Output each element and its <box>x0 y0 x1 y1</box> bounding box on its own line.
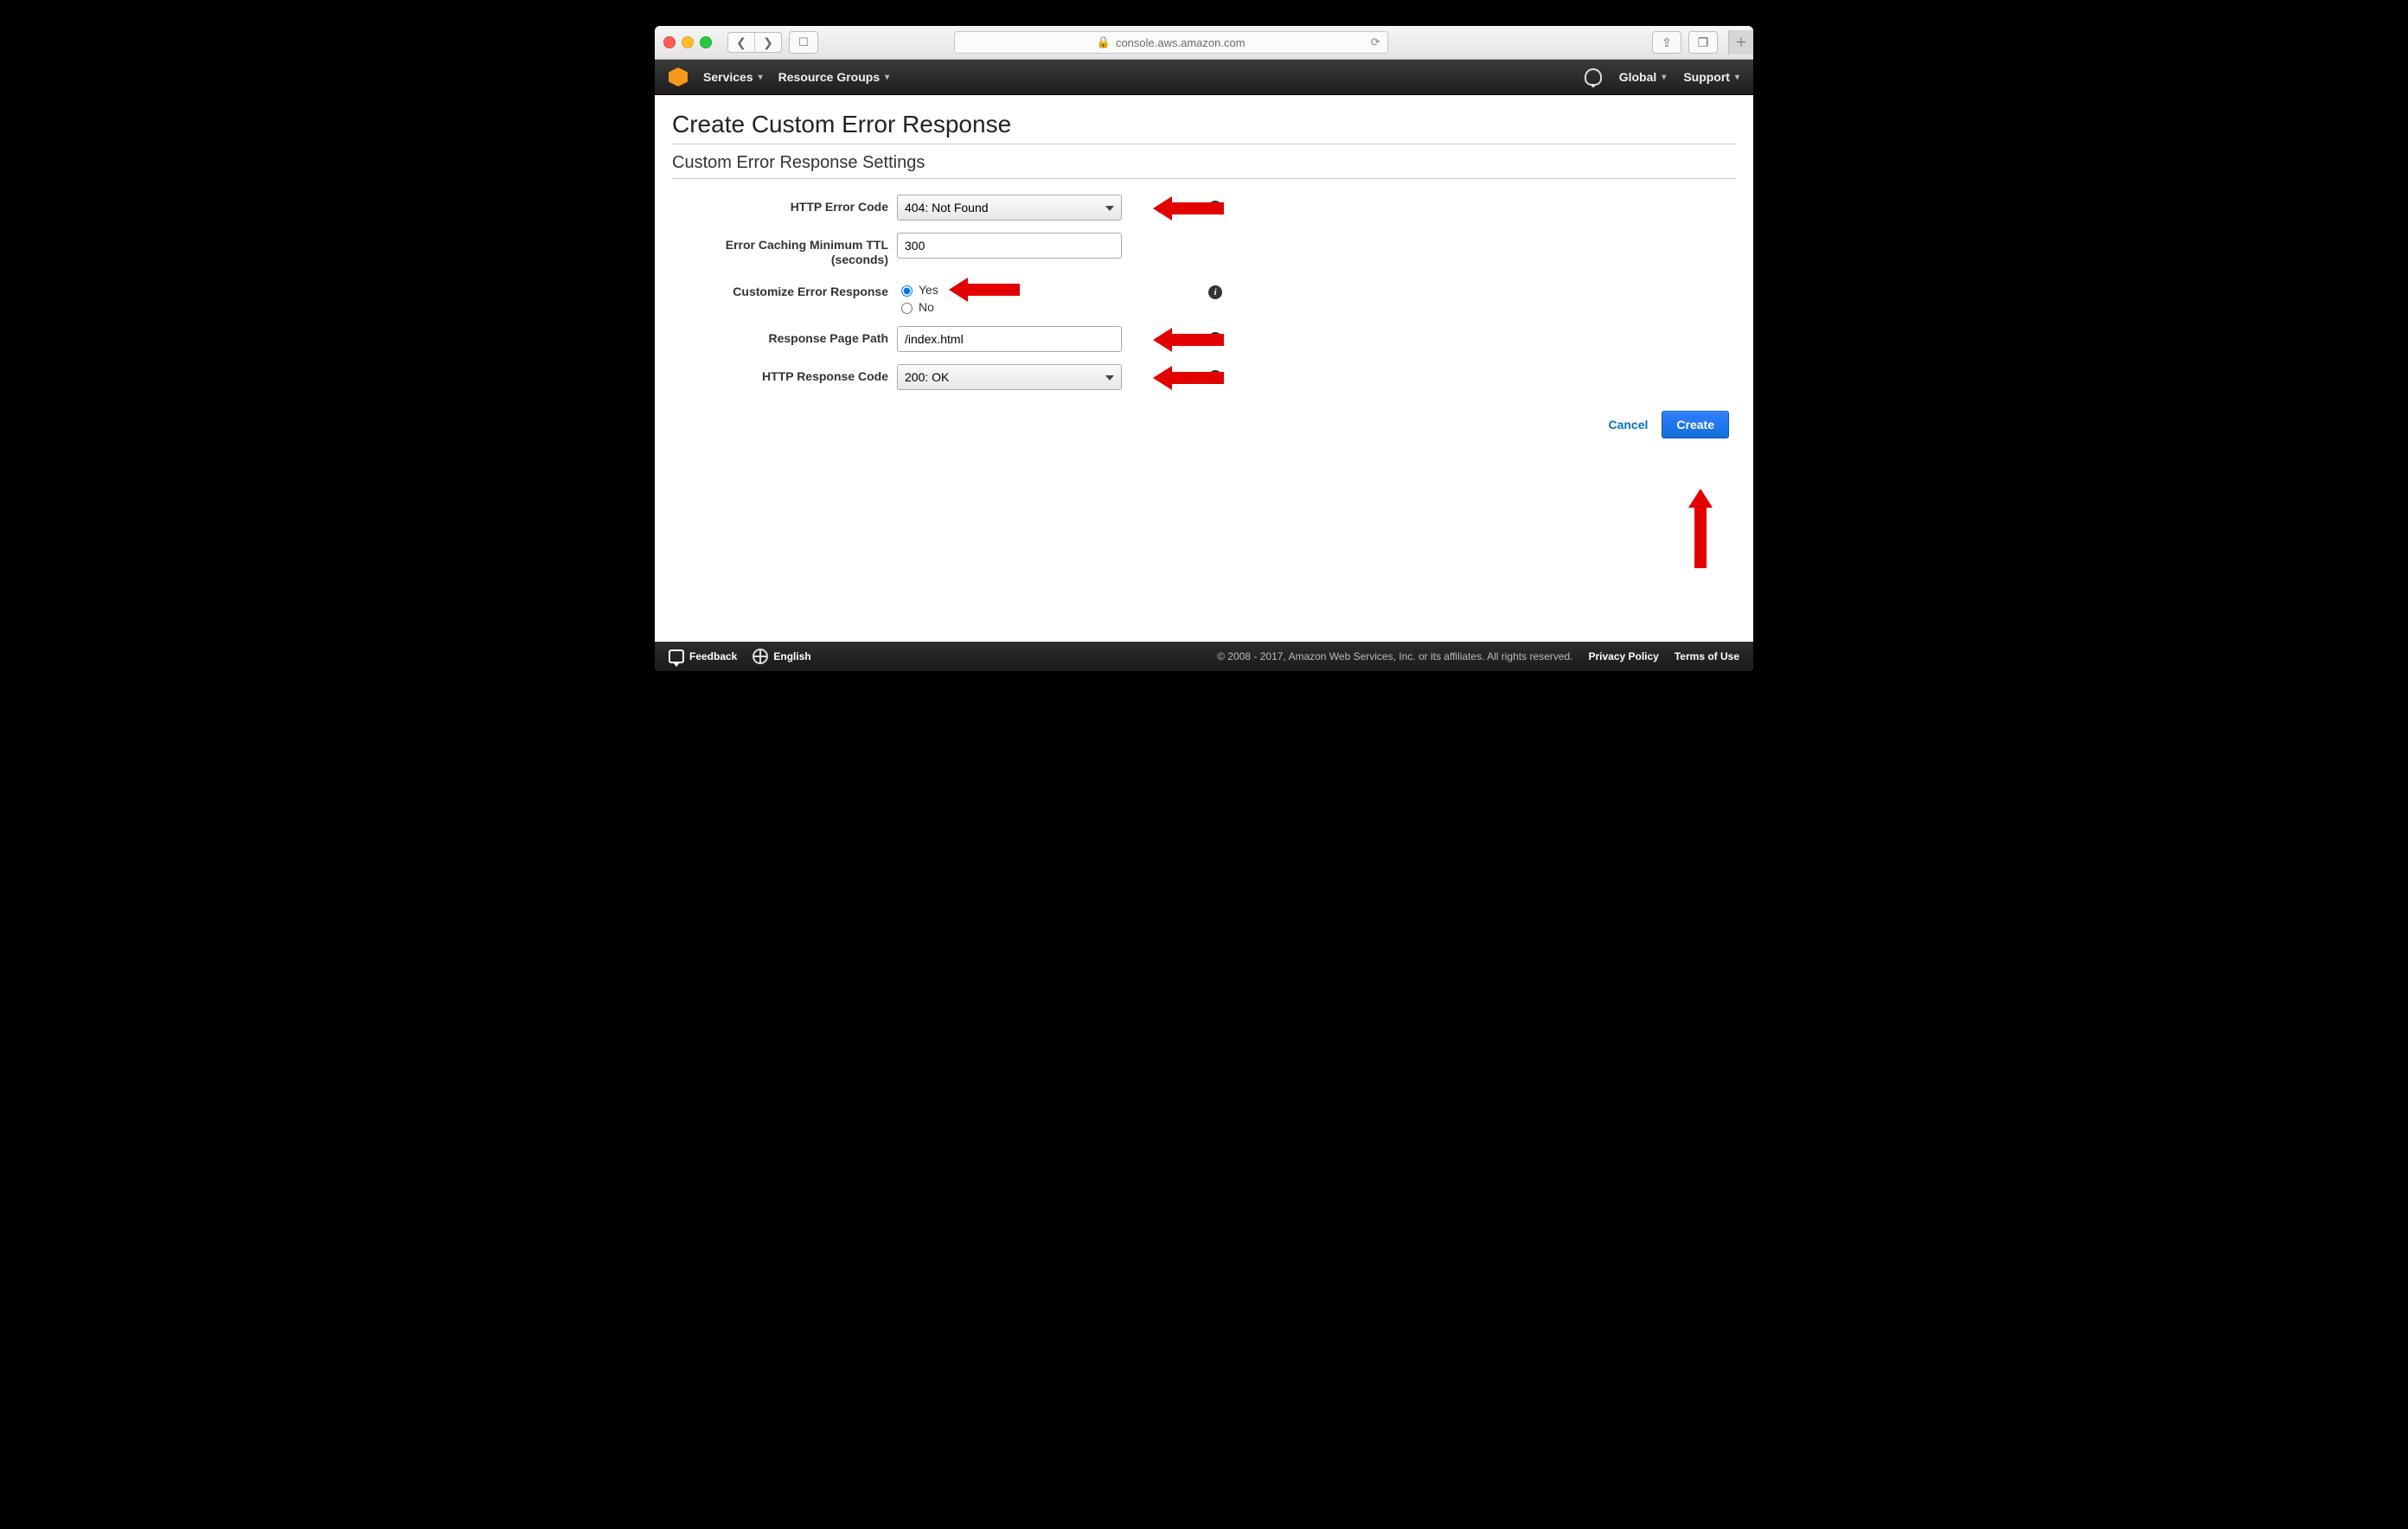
feedback-link[interactable]: Feedback <box>669 649 737 663</box>
aws-footer: Feedback English © 2008 - 2017, Amazon W… <box>655 642 1753 671</box>
ttl-input[interactable] <box>897 233 1122 259</box>
page-path-input[interactable] <box>897 326 1122 352</box>
minimize-window-button[interactable] <box>682 36 694 48</box>
services-menu[interactable]: Services ▾ <box>703 70 763 84</box>
reload-icon[interactable]: ⟳ <box>1371 35 1380 49</box>
aws-logo-icon[interactable] <box>669 67 688 86</box>
error-response-form: HTTP Error Code 404: Not Found i Error C… <box>672 195 1736 390</box>
customize-label: Customize Error Response <box>672 279 888 299</box>
window-controls <box>663 36 712 48</box>
language-label: English <box>773 650 810 662</box>
create-button[interactable]: Create <box>1662 411 1729 438</box>
forward-button[interactable]: ❯ <box>754 33 781 52</box>
notifications-icon[interactable] <box>1585 68 1602 86</box>
ttl-label: Error Caching Minimum TTL (seconds) <box>672 233 888 267</box>
feedback-label: Feedback <box>689 650 737 662</box>
page-path-label: Response Page Path <box>672 326 888 346</box>
cancel-button[interactable]: Cancel <box>1608 418 1648 432</box>
page-content: Create Custom Error Response Custom Erro… <box>655 95 1753 642</box>
share-icon: ⇪ <box>1662 35 1672 50</box>
address-bar[interactable]: 🔒 console.aws.amazon.com ⟳ <box>954 31 1388 54</box>
section-title: Custom Error Response Settings <box>672 153 1736 179</box>
back-button[interactable]: ❮ <box>728 33 754 52</box>
radio-no-input[interactable] <box>901 303 913 314</box>
radio-no-label: No <box>919 300 934 314</box>
copyright-text: © 2008 - 2017, Amazon Web Services, Inc.… <box>1217 650 1572 662</box>
lock-icon: 🔒 <box>1097 35 1111 49</box>
info-icon[interactable]: i <box>1208 285 1222 299</box>
address-text: console.aws.amazon.com <box>1116 36 1246 49</box>
http-response-code-label: HTTP Response Code <box>672 364 888 384</box>
zoom-window-button[interactable] <box>700 36 712 48</box>
new-tab-button[interactable]: ＋ <box>1728 30 1753 54</box>
feedback-icon <box>669 649 684 663</box>
close-window-button[interactable] <box>663 36 676 48</box>
services-label: Services <box>703 70 753 84</box>
aws-top-nav: Services ▾ Resource Groups ▾ Global ▾ Su… <box>655 60 1753 95</box>
chevron-down-icon: ▾ <box>885 73 889 82</box>
privacy-link[interactable]: Privacy Policy <box>1588 650 1658 662</box>
sidebar-icon: ☐ <box>798 35 809 49</box>
http-response-code-select[interactable]: 200: OK <box>897 364 1122 390</box>
region-label: Global <box>1619 70 1657 84</box>
resource-groups-label: Resource Groups <box>778 70 880 84</box>
annotation-arrow <box>949 278 1020 302</box>
share-button[interactable]: ⇪ <box>1652 31 1681 54</box>
annotation-arrow <box>1153 328 1224 352</box>
sidebar-toggle-button[interactable]: ☐ <box>789 31 818 54</box>
support-menu[interactable]: Support ▾ <box>1683 70 1739 84</box>
radio-yes-input[interactable] <box>901 285 913 297</box>
page-title: Create Custom Error Response <box>672 111 1736 144</box>
tabs-icon: ❐ <box>1698 35 1709 50</box>
resource-groups-menu[interactable]: Resource Groups ▾ <box>778 70 890 84</box>
annotation-arrow <box>1688 489 1713 568</box>
chevron-down-icon: ▾ <box>1662 73 1666 82</box>
globe-icon <box>752 649 768 664</box>
annotation-arrow <box>1153 366 1224 390</box>
browser-toolbar: ❮ ❯ ☐ 🔒 console.aws.amazon.com ⟳ ⇪ ❐ ＋ <box>655 26 1753 60</box>
language-selector[interactable]: English <box>752 649 810 664</box>
chevron-down-icon: ▾ <box>759 73 763 82</box>
chevron-down-icon: ▾ <box>1735 73 1739 82</box>
customize-no-radio[interactable]: No <box>897 300 1122 314</box>
tabs-button[interactable]: ❐ <box>1688 31 1718 54</box>
terms-link[interactable]: Terms of Use <box>1675 650 1739 662</box>
annotation-arrow <box>1153 196 1224 221</box>
region-menu[interactable]: Global ▾ <box>1619 70 1667 84</box>
browser-window: ❮ ❯ ☐ 🔒 console.aws.amazon.com ⟳ ⇪ ❐ ＋ S… <box>655 26 1753 671</box>
http-error-code-label: HTTP Error Code <box>672 195 888 214</box>
support-label: Support <box>1683 70 1730 84</box>
http-error-code-select[interactable]: 404: Not Found <box>897 195 1122 221</box>
form-button-row: Cancel Create <box>672 411 1736 438</box>
radio-yes-label: Yes <box>919 283 938 297</box>
nav-back-forward: ❮ ❯ <box>727 32 782 53</box>
